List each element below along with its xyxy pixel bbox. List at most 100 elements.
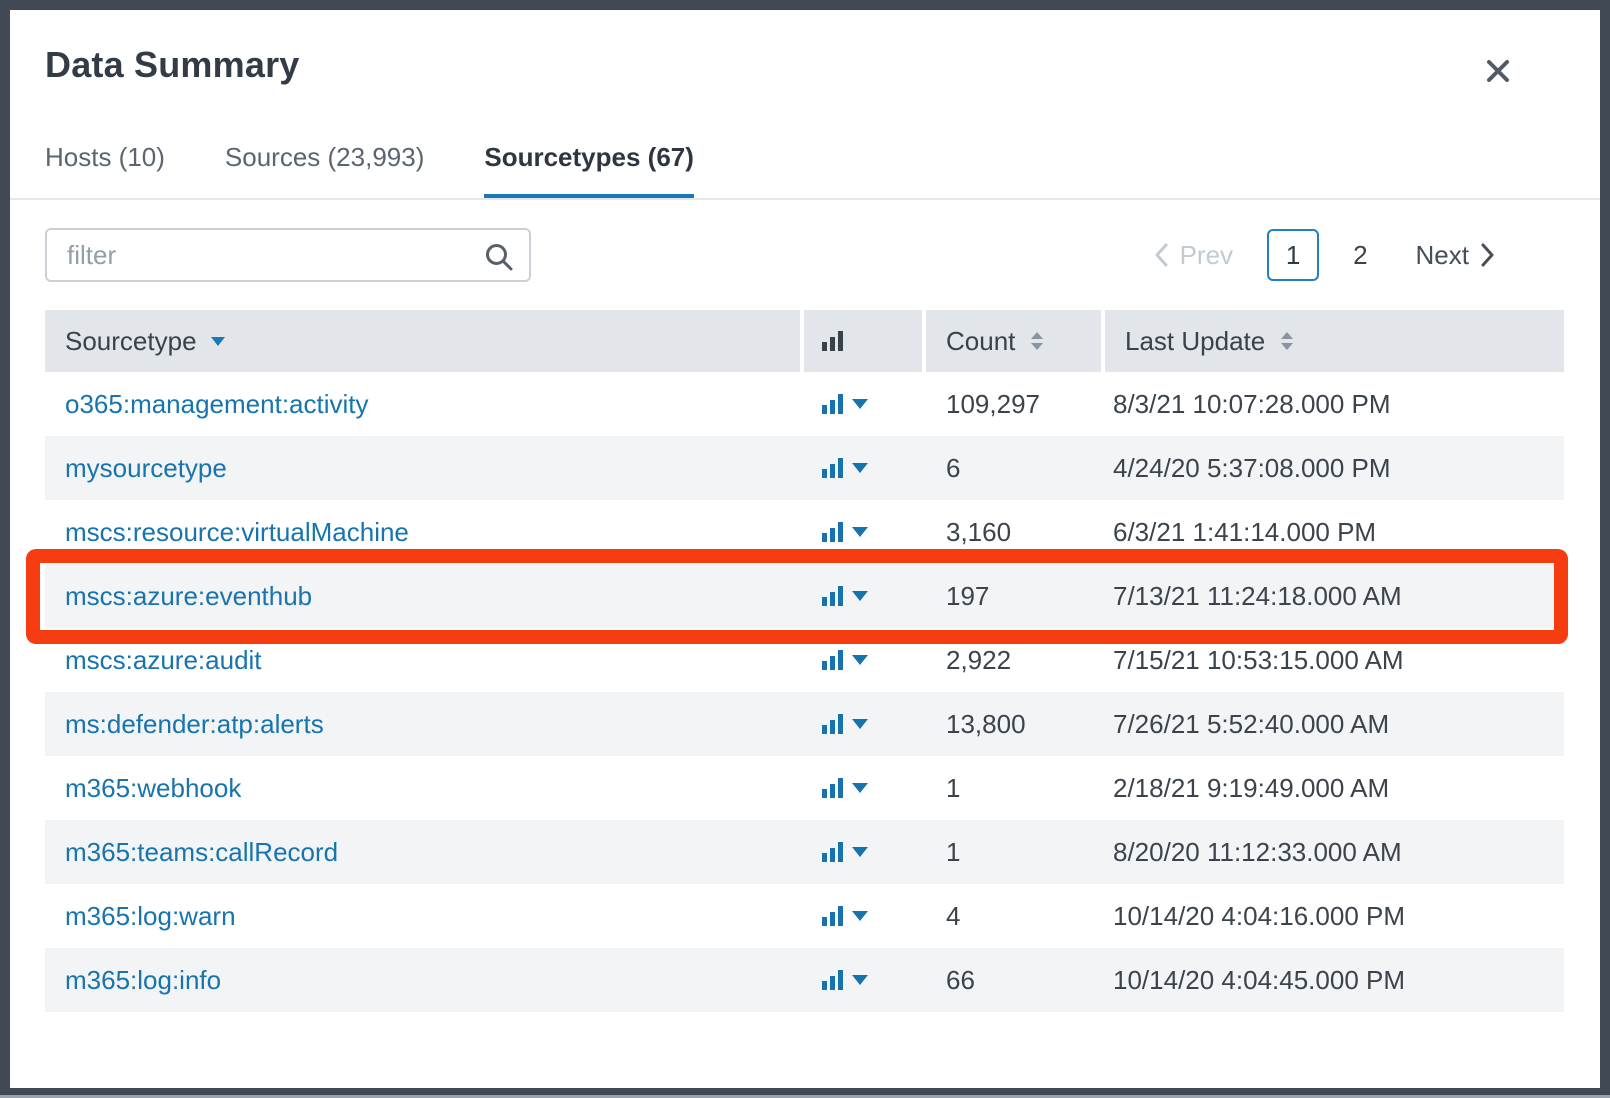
chart-dropdown[interactable] <box>804 586 926 606</box>
chevron-down-icon <box>852 975 868 985</box>
bar-chart-icon <box>822 778 843 798</box>
page-2-button[interactable]: 2 <box>1353 240 1367 271</box>
count-cell: 1 <box>946 772 961 803</box>
sourcetype-link[interactable]: m365:webhook <box>65 773 241 803</box>
bar-chart-icon <box>822 586 843 606</box>
sort-both-icon <box>1281 332 1294 350</box>
chart-dropdown[interactable] <box>804 650 926 670</box>
count-header-label: Count <box>946 325 1016 356</box>
chart-dropdown[interactable] <box>804 842 926 862</box>
count-cell: 6 <box>946 452 961 483</box>
count-cell: 13,800 <box>946 708 1026 739</box>
last-update-header-label: Last Update <box>1125 325 1266 356</box>
table-row: o365:management:activity 109,297 8/3/21 … <box>45 372 1564 436</box>
chart-dropdown[interactable] <box>804 394 926 414</box>
count-cell: 109,297 <box>946 388 1040 419</box>
filter-box <box>45 228 531 282</box>
bar-chart-icon <box>822 394 843 414</box>
table-body: o365:management:activity 109,297 8/3/21 … <box>26 372 1568 1012</box>
chevron-down-icon <box>852 399 868 409</box>
prev-button: Prev <box>1154 240 1233 271</box>
bar-chart-icon <box>822 331 843 351</box>
table-row: mscs:resource:virtualMachine 3,160 6/3/2… <box>45 500 1564 564</box>
chevron-down-icon <box>852 655 868 665</box>
data-summary-modal: Data Summary Hosts (10) Sources (23,993)… <box>10 10 1600 1088</box>
count-cell: 1 <box>946 836 961 867</box>
last-update-cell: 8/3/21 10:07:28.000 PM <box>1113 388 1391 419</box>
sourcetype-link[interactable]: mscs:azure:audit <box>65 645 262 675</box>
sourcetype-link[interactable]: m365:teams:callRecord <box>65 837 338 867</box>
table-row: m365:log:warn 4 10/14/20 4:04:16.000 PM <box>45 884 1564 948</box>
table-row: m365:teams:callRecord 1 8/20/20 11:12:33… <box>45 820 1564 884</box>
table-row: mscs:azure:audit 2,922 7/15/21 10:53:15.… <box>45 628 1564 692</box>
bar-chart-icon <box>822 842 843 862</box>
chevron-down-icon <box>852 591 868 601</box>
pagination: Prev 1 2 Next <box>1154 229 1495 281</box>
chart-dropdown[interactable] <box>804 522 926 542</box>
table-header: Sourcetype Count Last Update <box>45 310 1564 372</box>
last-update-cell: 7/26/21 5:52:40.000 AM <box>1113 708 1390 739</box>
bar-chart-icon <box>822 522 843 542</box>
table-row: ms:defender:atp:alerts 13,800 7/26/21 5:… <box>45 692 1564 756</box>
next-label: Next <box>1415 239 1469 270</box>
sourcetype-link[interactable]: m365:log:info <box>65 965 221 995</box>
chevron-down-icon <box>852 463 868 473</box>
chart-dropdown[interactable] <box>804 714 926 734</box>
sourcetype-link[interactable]: m365:log:warn <box>65 901 236 931</box>
chevron-down-icon <box>852 783 868 793</box>
prev-label: Prev <box>1179 239 1234 270</box>
tab-hosts[interactable]: Hosts (10) <box>45 142 165 200</box>
table-row-highlighted: mscs:azure:eventhub 197 7/13/21 11:24:18… <box>26 549 1568 644</box>
table-row: mysourcetype 6 4/24/20 5:37:08.000 PM <box>45 436 1564 500</box>
table-row: m365:webhook 1 2/18/21 9:19:49.000 AM <box>45 756 1564 820</box>
count-cell: 4 <box>946 900 961 931</box>
page-title: Data Summary <box>45 44 300 85</box>
search-icon[interactable] <box>483 241 515 278</box>
chevron-down-icon <box>852 527 868 537</box>
controls-row: Prev 1 2 Next <box>45 228 1565 282</box>
bar-chart-icon <box>822 906 843 926</box>
sort-both-icon <box>1031 332 1044 350</box>
close-icon[interactable] <box>1481 54 1515 88</box>
sourcetype-link[interactable]: mscs:resource:virtualMachine <box>65 517 409 547</box>
filter-input[interactable] <box>47 230 529 280</box>
last-update-cell: 6/3/21 1:41:14.000 PM <box>1113 516 1377 547</box>
column-header-last-update[interactable]: Last Update <box>1105 310 1564 372</box>
sourcetype-link[interactable]: ms:defender:atp:alerts <box>65 709 324 739</box>
column-header-chart <box>804 310 922 372</box>
chart-dropdown[interactable] <box>804 970 926 990</box>
sourcetype-link[interactable]: mysourcetype <box>65 453 227 483</box>
tab-bar: Hosts (10) Sources (23,993) Sourcetypes … <box>45 142 694 200</box>
bar-chart-icon <box>822 650 843 670</box>
sort-desc-icon <box>210 336 225 346</box>
last-update-cell: 4/24/20 5:37:08.000 PM <box>1113 452 1391 483</box>
table-row: m365:log:info 66 10/14/20 4:04:45.000 PM <box>45 948 1564 1012</box>
last-update-cell: 8/20/20 11:12:33.000 AM <box>1113 836 1402 867</box>
count-cell: 66 <box>946 964 975 995</box>
count-cell: 197 <box>946 580 990 611</box>
chevron-left-icon <box>1155 243 1168 267</box>
sourcetype-header-label: Sourcetype <box>65 325 197 356</box>
bar-chart-icon <box>822 714 843 734</box>
last-update-cell: 10/14/20 4:04:16.000 PM <box>1113 900 1406 931</box>
column-header-count[interactable]: Count <box>926 310 1101 372</box>
sourcetypes-table: Sourcetype Count Last Update o365:manage… <box>26 310 1568 1012</box>
page-1-button[interactable]: 1 <box>1267 229 1320 281</box>
chart-dropdown[interactable] <box>804 906 926 926</box>
last-update-cell: 7/15/21 10:53:15.000 AM <box>1113 644 1404 675</box>
bar-chart-icon <box>822 458 843 478</box>
tab-sources[interactable]: Sources (23,993) <box>225 142 424 200</box>
last-update-cell: 10/14/20 4:04:45.000 PM <box>1113 964 1406 995</box>
column-header-sourcetype[interactable]: Sourcetype <box>45 310 800 372</box>
chart-dropdown[interactable] <box>804 778 926 798</box>
count-cell: 2,922 <box>946 644 1012 675</box>
chevron-down-icon <box>852 719 868 729</box>
sourcetype-link[interactable]: mscs:azure:eventhub <box>65 581 312 611</box>
chart-dropdown[interactable] <box>804 458 926 478</box>
last-update-cell: 7/13/21 11:24:18.000 AM <box>1113 580 1402 611</box>
sourcetype-link[interactable]: o365:management:activity <box>65 389 369 419</box>
next-button[interactable]: Next <box>1416 240 1495 271</box>
tab-sourcetypes[interactable]: Sourcetypes (67) <box>484 142 694 200</box>
last-update-cell: 2/18/21 9:19:49.000 AM <box>1113 772 1390 803</box>
count-cell: 3,160 <box>946 516 1012 547</box>
